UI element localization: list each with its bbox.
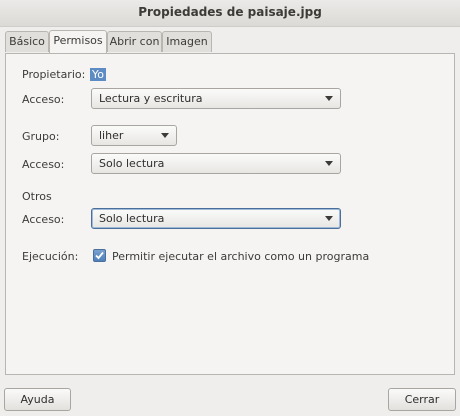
chevron-down-icon bbox=[325, 161, 333, 166]
owner-access-value: Lectura y escritura bbox=[99, 92, 203, 105]
group-access-value: Solo lectura bbox=[99, 157, 165, 170]
help-button[interactable]: Ayuda bbox=[4, 388, 71, 411]
tab-permisos[interactable]: Permisos bbox=[49, 30, 107, 53]
tab-abrir-con[interactable]: Abrir con bbox=[107, 31, 162, 52]
tab-basico[interactable]: Básico bbox=[5, 31, 49, 52]
chevron-down-icon bbox=[325, 96, 333, 101]
others-access-combo[interactable]: Solo lectura bbox=[91, 208, 341, 229]
group-value: liher bbox=[99, 129, 124, 142]
owner-value: Yo bbox=[90, 68, 106, 81]
owner-access-label: Acceso: bbox=[22, 93, 65, 106]
chevron-down-icon bbox=[325, 216, 333, 221]
others-access-label: Acceso: bbox=[22, 213, 65, 226]
execute-checkbox[interactable] bbox=[93, 249, 106, 262]
group-combo[interactable]: liher bbox=[91, 125, 177, 146]
button-bar: Ayuda Cerrar bbox=[0, 378, 460, 416]
execute-checkbox-label[interactable]: Permitir ejecutar el archivo como un pro… bbox=[112, 250, 369, 263]
execution-label: Ejecución: bbox=[22, 250, 79, 263]
owner-label: Propietario: bbox=[22, 68, 86, 81]
group-label: Grupo: bbox=[22, 130, 60, 143]
tab-imagen[interactable]: Imagen bbox=[162, 31, 212, 52]
others-access-value: Solo lectura bbox=[99, 212, 165, 225]
owner-access-combo[interactable]: Lectura y escritura bbox=[91, 88, 341, 109]
permissions-panel: Propietario: Yo Acceso: Lectura y escrit… bbox=[5, 53, 455, 375]
group-access-combo[interactable]: Solo lectura bbox=[91, 153, 341, 174]
owner-value-wrap: Yo bbox=[90, 68, 106, 81]
close-button[interactable]: Cerrar bbox=[388, 388, 456, 411]
chevron-down-icon bbox=[161, 133, 169, 138]
properties-dialog: Propiedades de paisaje.jpg Básico Permis… bbox=[0, 0, 460, 416]
others-heading: Otros bbox=[22, 190, 52, 203]
window-title: Propiedades de paisaje.jpg bbox=[0, 0, 460, 27]
group-access-label: Acceso: bbox=[22, 158, 65, 171]
checkmark-icon bbox=[95, 251, 104, 260]
